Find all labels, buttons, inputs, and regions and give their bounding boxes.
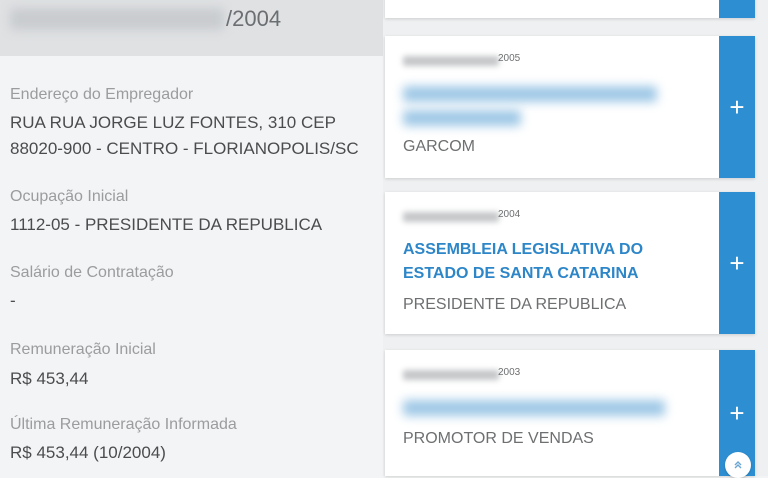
employer-address-line2: 88020-900 - CENTRO - FLORIANOPOLIS/SC bbox=[10, 139, 359, 158]
redacted-date bbox=[403, 370, 499, 380]
plus-icon: + bbox=[729, 247, 745, 278]
hiring-salary-value: - bbox=[10, 291, 16, 310]
redacted-company-name bbox=[403, 110, 521, 126]
employment-details-panel: /2004 Endereço do Empregador RUA RUA JOR… bbox=[0, 0, 383, 476]
employment-card[interactable]: 2004 ASSEMBLEIA LEGISLATIVA DO ESTADO DE… bbox=[385, 192, 755, 334]
plus-icon: + bbox=[729, 397, 745, 428]
company-name: ASSEMBLEIA LEGISLATIVA DO ESTADO DE SANT… bbox=[403, 241, 644, 282]
initial-pay-value: R$ 453,44 bbox=[10, 369, 89, 388]
period-end-year: /2004 bbox=[226, 6, 282, 31]
initial-pay-label: Remuneração Inicial bbox=[10, 341, 156, 358]
employment-list: 2005 GARCOM + 2004 ASSEMBLEIA LEGISLATIV… bbox=[383, 0, 768, 476]
employment-card-body: 2003 PROMOTOR DE VENDAS bbox=[385, 350, 719, 476]
plus-icon: + bbox=[729, 91, 745, 122]
period-header: /2004 bbox=[0, 0, 383, 56]
employment-year: 2004 bbox=[498, 209, 521, 220]
employment-year: 2003 bbox=[498, 367, 521, 378]
employment-card-body: 2004 ASSEMBLEIA LEGISLATIVA DO ESTADO DE… bbox=[385, 192, 719, 334]
redacted-company-name bbox=[403, 86, 657, 102]
expand-button[interactable] bbox=[719, 0, 755, 18]
initial-occupation-label: Ocupação Inicial bbox=[10, 188, 129, 205]
employment-year: 2005 bbox=[498, 53, 521, 64]
employer-address-line1: RUA RUA JORGE LUZ FONTES, 310 CEP bbox=[10, 113, 336, 132]
employment-card-previous[interactable] bbox=[385, 0, 755, 18]
redacted-company-name bbox=[403, 400, 665, 416]
last-pay-label: Última Remuneração Informada bbox=[10, 416, 237, 433]
chevron-double-up-icon[interactable] bbox=[725, 452, 751, 478]
chevron-double-up-glyph bbox=[734, 461, 742, 469]
redacted-date bbox=[403, 212, 499, 222]
expand-button[interactable]: + bbox=[719, 192, 755, 334]
redacted-period-dates bbox=[10, 8, 224, 30]
employment-occupation: PRESIDENTE DA REPUBLICA bbox=[403, 296, 627, 313]
redacted-date bbox=[403, 56, 499, 66]
initial-occupation-value: 1112-05 - PRESIDENTE DA REPUBLICA bbox=[10, 215, 323, 234]
employer-address-label: Endereço do Empregador bbox=[10, 86, 194, 103]
employment-card[interactable]: 2003 PROMOTOR DE VENDAS + bbox=[385, 350, 755, 476]
hiring-salary-label: Salário de Contratação bbox=[10, 264, 174, 281]
employment-occupation: GARCOM bbox=[403, 138, 475, 155]
last-pay-value: R$ 453,44 (10/2004) bbox=[10, 443, 166, 462]
employment-card[interactable]: 2005 GARCOM + bbox=[385, 36, 755, 178]
expand-button[interactable]: + bbox=[719, 36, 755, 178]
employment-occupation: PROMOTOR DE VENDAS bbox=[403, 430, 594, 447]
employment-card-body: 2005 GARCOM bbox=[385, 36, 719, 178]
